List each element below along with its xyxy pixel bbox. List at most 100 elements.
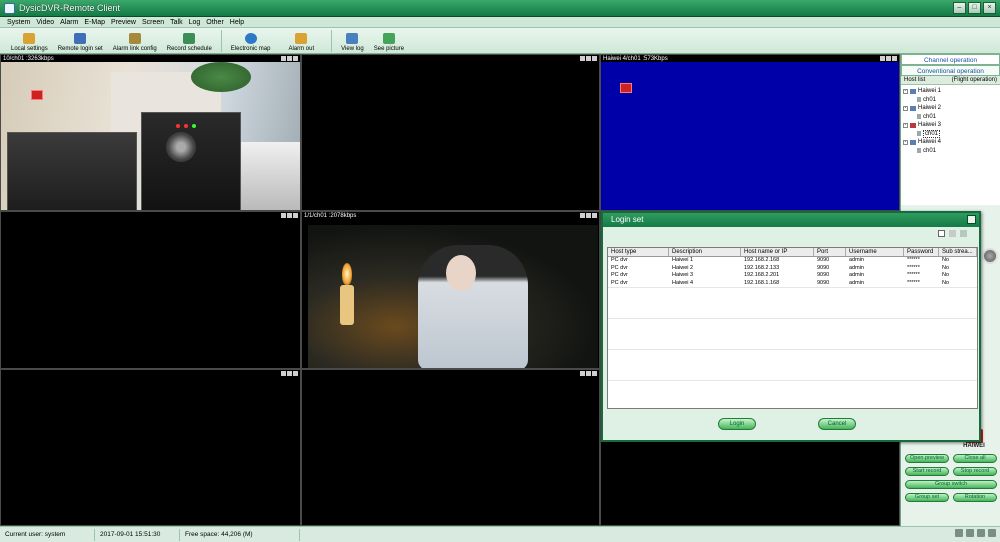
video-cell-1[interactable]: 10/ch01 :3263kbps: [0, 54, 301, 211]
tree-channel[interactable]: ch01: [903, 96, 998, 105]
cell-controls[interactable]: [281, 370, 298, 376]
tree-host-4[interactable]: - Haiwei 4: [903, 138, 998, 147]
menu-alarm[interactable]: Alarm: [57, 17, 81, 27]
status-user: Current user: system: [0, 528, 95, 541]
stop-record-button[interactable]: Stop record: [953, 467, 997, 476]
log-icon: [346, 33, 359, 44]
alarm-out-button[interactable]: Alarm out: [283, 28, 319, 54]
video-cell-3[interactable]: Haiwei 4/ch01 :573Kbps: [600, 54, 900, 211]
close-all-button[interactable]: Close all: [953, 454, 997, 463]
video-cell-2[interactable]: [301, 54, 600, 211]
table-row[interactable]: PC dvr Haiwei 2 192.168.2.133 9090 admin ****…: [608, 265, 977, 273]
table-body: PC dvr Haiwei 1 192.168.2.168 9090 admin ****…: [608, 257, 977, 408]
status-datetime: 2017-09-01 15:51:30: [95, 528, 180, 541]
alarm-out-icon: [295, 33, 308, 44]
video-cell-4[interactable]: [0, 211, 301, 369]
video-cell-5[interactable]: 1/1/ch01 :2078kbps: [301, 211, 600, 369]
table-row[interactable]: PC dvr Haiwei 4 192.168.1.168 9090 admin ****…: [608, 280, 977, 288]
camera-icon: [917, 148, 921, 154]
toolbar-separator: [220, 30, 222, 52]
cell-controls[interactable]: [880, 55, 897, 61]
maximize-button[interactable]: □: [968, 2, 981, 14]
col-username[interactable]: Username: [846, 248, 904, 256]
dialog-title: Login set: [611, 215, 644, 224]
camera-feed-image: [308, 225, 598, 368]
haiwei-logo: [620, 83, 632, 93]
status-free-space: Free space: 44,206 (M): [180, 528, 300, 541]
menu-log[interactable]: Log: [186, 17, 204, 27]
record-schedule-button[interactable]: Record schedule: [162, 28, 217, 54]
table-header: Host type Description Host name or IP Po…: [608, 248, 977, 257]
tree-channel[interactable]: ch01: [903, 129, 998, 139]
login-button[interactable]: Login: [718, 418, 756, 430]
menu-video[interactable]: Video: [33, 17, 57, 27]
haiwei-logo: [31, 90, 43, 100]
col-port[interactable]: Port: [814, 248, 846, 256]
menu-preview[interactable]: Preview: [108, 17, 139, 27]
col-password[interactable]: Password: [904, 248, 939, 256]
cell-controls[interactable]: [580, 55, 597, 61]
dialog-title-bar: Login set: [603, 213, 979, 227]
group-set-button[interactable]: Group set: [905, 493, 949, 502]
col-host-ip[interactable]: Host name or IP: [741, 248, 814, 256]
local-settings-button[interactable]: Local settings: [6, 28, 53, 54]
tray-icon[interactable]: [988, 529, 996, 537]
cell-controls[interactable]: [580, 370, 597, 376]
app-icon: [4, 2, 15, 14]
video-cell-7[interactable]: [0, 369, 301, 526]
tab-channel-operation[interactable]: Channel operation: [901, 54, 1000, 65]
tree-host-2[interactable]: - Haiwei 2: [903, 104, 998, 113]
tray-icon[interactable]: [955, 529, 963, 537]
col-description[interactable]: Description: [669, 248, 741, 256]
remote-login-set-button[interactable]: Remote login set: [53, 28, 108, 54]
table-row[interactable]: PC dvr Haiwei 1 192.168.2.168 9090 admin ****…: [608, 257, 977, 265]
menu-screen[interactable]: Screen: [139, 17, 167, 27]
expand-toggle: -: [903, 104, 908, 111]
cell-controls[interactable]: [580, 212, 597, 218]
cell-controls[interactable]: [281, 55, 298, 61]
menu-help[interactable]: Help: [227, 17, 247, 27]
window-title: DysicDVR-Remote Client: [19, 3, 121, 13]
col-host-type[interactable]: Host type: [608, 248, 669, 256]
host-tree: - Haiwei 1 ch01 - Haiwei 2 ch01 - Haiwei 3 …: [901, 85, 1000, 205]
picture-icon: [382, 33, 395, 44]
cancel-button[interactable]: Cancel: [818, 418, 856, 430]
close-button[interactable]: ×: [983, 2, 996, 14]
tree-host-1[interactable]: - Haiwei 1: [903, 87, 998, 96]
menu-system[interactable]: System: [4, 17, 33, 27]
menu-bar: System Video Alarm E-Map Preview Screen …: [0, 17, 1000, 28]
see-picture-button[interactable]: See picture: [369, 28, 409, 54]
alarm-link-config-button[interactable]: Alarm link config: [108, 28, 162, 54]
group-switch-button[interactable]: Group switch: [905, 480, 997, 489]
open-preview-button[interactable]: Open preview: [905, 454, 949, 463]
cell-label: 1/1/ch01 :2078kbps: [304, 212, 357, 219]
cell-controls[interactable]: [281, 212, 298, 218]
electronic-map-button[interactable]: Electronic map: [226, 28, 276, 54]
dvr-icon: [910, 139, 916, 145]
tree-channel[interactable]: ch01: [903, 147, 998, 156]
title-bar: DysicDVR-Remote Client – □ ×: [0, 0, 1000, 17]
camera-icon: [917, 97, 921, 103]
flight-operation-label[interactable]: (Flight operation): [952, 77, 997, 83]
tree-host-3[interactable]: - Haiwei 3: [903, 121, 998, 130]
tree-channel[interactable]: ch01: [903, 113, 998, 122]
video-cell-8[interactable]: [301, 369, 600, 526]
menu-other[interactable]: Other: [203, 17, 227, 27]
menu-talk[interactable]: Talk: [167, 17, 185, 27]
new-icon[interactable]: [938, 230, 945, 237]
view-log-button[interactable]: View log: [336, 28, 369, 54]
start-record-button[interactable]: Start record: [905, 467, 949, 476]
rotation-button[interactable]: Rotation: [953, 493, 997, 502]
delete-icon[interactable]: [949, 230, 956, 237]
side-handle-icon[interactable]: [982, 248, 998, 264]
col-sub-stream[interactable]: Sub strea...: [939, 248, 977, 256]
tray-icon[interactable]: [966, 529, 974, 537]
table-row[interactable]: PC dvr Haiwei 3 192.168.2.201 9090 admin ****…: [608, 272, 977, 280]
check-icon[interactable]: [960, 230, 967, 237]
tray-icon[interactable]: [977, 529, 985, 537]
dialog-close-icon[interactable]: [967, 215, 976, 224]
user-globe-icon: [74, 33, 87, 44]
minimize-button[interactable]: –: [953, 2, 966, 14]
tab-conventional-operation[interactable]: Conventional operation: [901, 65, 1000, 76]
menu-emap[interactable]: E-Map: [81, 17, 108, 27]
